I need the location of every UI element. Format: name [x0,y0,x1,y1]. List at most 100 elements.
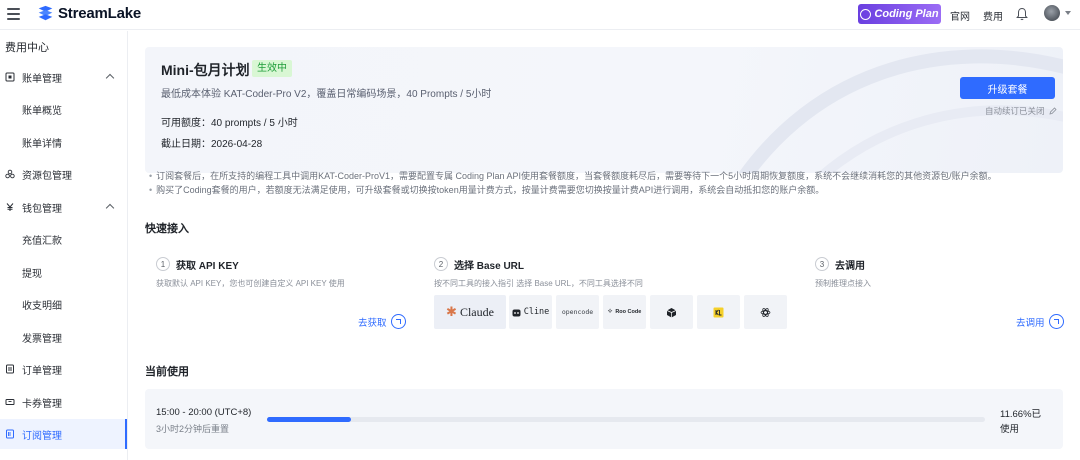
top-bar: StreamLake Coding Plan 官网 费用 [0,0,1080,30]
sidebar-item-label: 订阅管理 [22,430,62,442]
bill-icon [5,72,15,82]
step-description: 预制推理点接入 [815,279,871,288]
arrow-up-right-icon [390,314,406,329]
sidebar-item-order-management[interactable]: 订单管理 [0,354,127,384]
sidebar-item-label: 卡券管理 [22,398,62,410]
streamlake-logo-icon [38,5,53,21]
tool-cube[interactable] [650,295,693,329]
avatar[interactable] [1044,5,1060,21]
tool-label: Cline [523,307,550,317]
link-label: 去调用 [1016,317,1045,329]
current-usage-title: 当前使用 [145,366,189,378]
arrow-up-right-icon [1048,314,1064,329]
menu-icon[interactable] [7,8,20,20]
sidebar-item-withdraw[interactable]: 提现 [0,257,127,287]
sidebar-item-label: 充值汇款 [22,235,62,247]
plan-notes: 订阅套餐后，在所支持的编程工具中调用KAT-Coder-ProV1，需要配置专属… [149,169,997,197]
sidebar-item-recharge[interactable]: 充值汇款 [0,224,127,254]
step-description: 获取默认 API KEY，您也可创建自定义 API KEY 使用 [156,279,345,288]
sidebar-item-label: 钱包管理 [22,203,62,215]
sidebar-item-bill-management[interactable]: 账单管理 [0,62,127,92]
tool-cline[interactable]: Cline [509,295,552,329]
sidebar-item-wallet-management[interactable]: 钱包管理 [0,192,127,222]
note-item: 订阅套餐后，在所支持的编程工具中调用KAT-Coder-ProV1，需要配置专属… [149,169,996,183]
auto-renew-label: 自动续订已关闭 [985,106,1045,116]
sidebar-item-label: 账单详情 [22,138,62,150]
plan-card: Mini-包月计划 生效中 最低成本体验 KAT-Coder-Pro V2，覆盖… [145,47,1063,173]
claude-icon: ✱ [446,304,457,319]
status-badge: 生效中 [252,60,292,77]
sidebar: 费用中心 账单管理 账单概览 账单详情 资源包管理 钱包管理 充值汇款 提现 收… [0,31,128,460]
brand-logo[interactable]: StreamLake [37,5,141,22]
chevron-down-icon[interactable] [1065,11,1071,15]
upgrade-plan-button[interactable]: 升级套餐 [960,77,1055,99]
tool-roo-code[interactable]: ⟡ Roo Code [603,295,646,329]
step-description: 按不同工具的接入指引 选择 Base URL，不同工具选择不同 [434,279,643,288]
sidebar-item-bill-details[interactable]: 账单详情 [0,127,127,157]
step-number: 2 [434,257,448,271]
sidebar-item-bill-overview[interactable]: 账单概览 [0,94,127,124]
openai-icon [760,307,771,317]
step-number: 1 [156,257,170,271]
tool-label: Claude [459,304,494,319]
coding-plan-label: Coding Plan [874,8,939,20]
plan-name: Mini-包月计划 [161,62,250,78]
plan-expire-date: 截止日期：2026-04-28 [161,139,263,150]
brand-name: StreamLake [58,5,142,22]
sidebar-item-transactions[interactable]: 收支明细 [0,289,127,319]
tool-label: Roo Code [615,309,642,315]
usage-progress-bar [267,417,985,422]
sidebar-item-label: 账单概览 [22,105,62,117]
bell-icon[interactable] [1016,7,1028,21]
roo-code-icon: ⟡ [607,308,613,315]
billing-link[interactable]: 费用 [983,8,1003,23]
chevron-up-icon [105,203,115,213]
auto-renew-status[interactable]: 自动续订已关闭 [985,105,1057,117]
sidebar-item-label: 账单管理 [22,73,62,85]
step-title: 去调用 [835,261,865,272]
plan-quota: 可用额度：40 prompts / 5 小时 [161,118,298,129]
step-title: 获取 API KEY [176,261,239,272]
usage-progress-fill [267,417,351,422]
subscription-icon [6,429,14,439]
sidebar-item-invoice[interactable]: 发票管理 [0,322,127,352]
sidebar-item-subscription-management[interactable]: 订阅管理 [0,419,127,449]
sidebar-item-label: 收支明细 [22,300,62,312]
cline-icon [512,309,521,316]
sidebar-title: 费用中心 [5,42,49,54]
tool-claude[interactable]: ✱ Claude [434,295,506,329]
coding-plan-button[interactable]: Coding Plan [858,4,941,24]
step-number: 3 [815,257,829,271]
note-item: 购买了Coding套餐的用户，若额度无法满足使用，可升级套餐或切换按token用… [149,183,997,197]
edit-icon[interactable] [1048,107,1057,115]
wallet-icon [6,203,14,211]
usage-percent: 11.66%已使用 [1000,409,1042,435]
sidebar-item-label: 资源包管理 [22,170,72,182]
tool-openai[interactable] [744,295,787,329]
official-site-link[interactable]: 官网 [950,8,970,23]
tool-label: opencode [561,308,594,316]
chevron-up-icon [105,73,115,83]
sidebar-item-label: 订单管理 [22,365,62,377]
sidebar-item-coupon-management[interactable]: 卡券管理 [0,387,127,417]
link-label: 去获取 [358,317,387,329]
order-icon [6,364,14,374]
resource-icon [5,169,15,179]
coding-plan-icon [860,8,872,20]
sidebar-item-label: 提现 [22,268,42,280]
sidebar-item-label: 发票管理 [22,333,62,345]
main-content: Mini-包月计划 生效中 最低成本体验 KAT-Coder-Pro V2，覆盖… [129,31,1080,460]
usage-window: 15:00 - 20:00 (UTC+8) [156,407,252,418]
usage-reset: 3小时2分钟后重置 [156,424,230,434]
coupon-icon [5,399,15,405]
quick-access-title: 快速接入 [145,223,189,235]
step-title: 选择 Base URL [454,261,525,272]
tool-opencode[interactable]: opencode [556,295,599,329]
usage-card: 15:00 - 20:00 (UTC+8) 3小时2分钟后重置 11.66%已使… [145,389,1063,449]
sidebar-item-resource-package[interactable]: 资源包管理 [0,159,127,189]
invoke-link[interactable]: 去调用 [1016,314,1064,329]
plan-description: 最低成本体验 KAT-Coder-Pro V2，覆盖日常编码场景，40 Prom… [161,89,492,100]
tool-kilo[interactable] [697,295,740,329]
get-api-key-link[interactable]: 去获取 [358,314,406,329]
kilo-icon [713,307,724,317]
